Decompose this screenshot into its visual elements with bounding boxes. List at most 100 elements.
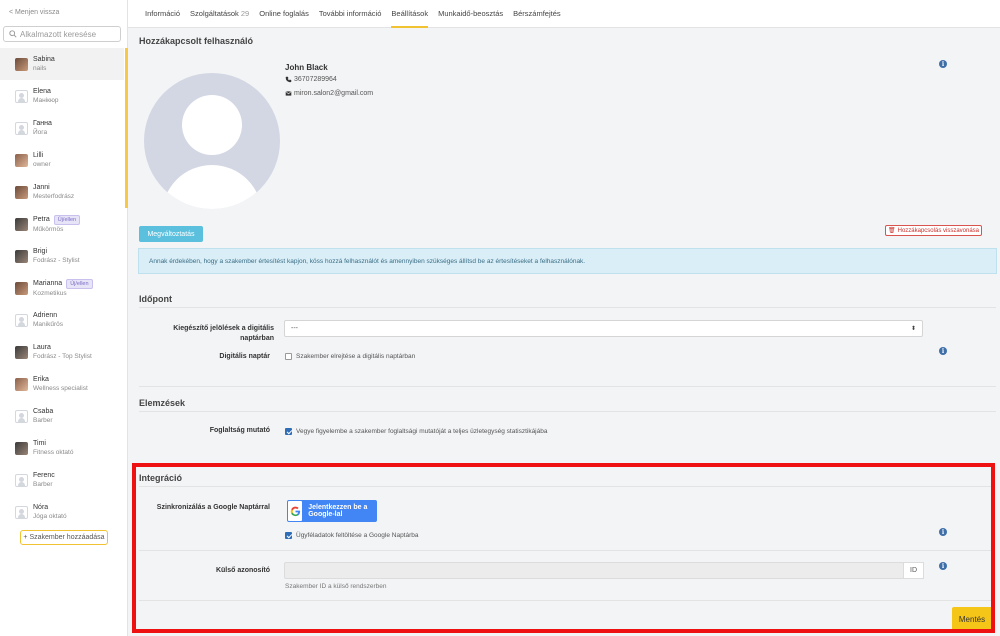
google-signin-button[interactable]: Jelentkezzen be a Google-lal [287, 500, 377, 522]
staff-role: Jóga oktató [33, 513, 67, 520]
scroll-indicator [125, 48, 128, 80]
staff-role: Fodrász - Top Stylist [33, 353, 92, 360]
hide-in-calendar-option[interactable]: Szakember elrejtése a digitális naptárba… [285, 353, 415, 360]
profile-avatar [144, 73, 280, 209]
staff-item[interactable]: Nóra Jóga oktató [0, 496, 124, 528]
staff-role: Манікюр [33, 97, 59, 104]
staff-item[interactable]: Brigi Fodrász - Stylist [0, 240, 124, 272]
linked-user-title: Hozzákapcsolt felhasználó [139, 36, 254, 46]
google-upload-checkbox[interactable] [285, 532, 292, 539]
add-staff-button[interactable]: + Szakember hozzáadása [20, 530, 108, 545]
analytics-title: Elemzések [139, 398, 186, 408]
staff-role: Fitness oktató [33, 449, 74, 456]
avatar [15, 185, 28, 199]
staff-item[interactable]: Lilli owner [0, 144, 128, 176]
staff-item[interactable]: Petra Új/ellen Műkörmös [0, 208, 124, 240]
staff-role: Йога [33, 129, 48, 136]
staff-item[interactable]: Ганна Йога [0, 112, 128, 144]
tab-settings[interactable]: Beállítások [391, 0, 428, 28]
staff-item[interactable]: Laura Fodrász - Top Stylist [0, 336, 124, 368]
avatar [15, 345, 28, 359]
scroll-indicator [125, 176, 128, 208]
hide-in-calendar-checkbox[interactable] [285, 353, 292, 360]
staff-name: Lilli [33, 152, 44, 159]
staff-item[interactable]: Csaba Barber [0, 400, 124, 432]
occupancy-option[interactable]: Vegye figyelembe a szakember foglaltsági… [285, 428, 547, 435]
external-id-input[interactable] [284, 562, 904, 579]
avatar [15, 281, 28, 295]
staff-name: Timi [33, 440, 46, 447]
envelope-icon [285, 91, 292, 96]
integration-title: Integráció [139, 473, 183, 483]
staff-item[interactable]: Elena Манікюр [0, 80, 128, 112]
tab-more-info[interactable]: További információ [319, 0, 382, 28]
avatar [15, 313, 28, 327]
occupancy-checkbox[interactable] [285, 428, 292, 435]
external-id-label: Külső azonosító [215, 567, 270, 574]
scroll-indicator [125, 112, 128, 144]
divider [139, 550, 991, 551]
save-button[interactable]: Mentés [952, 607, 992, 631]
info-alert: Annak érdekében, hogy a szakember értesí… [138, 248, 997, 274]
scroll-indicator [125, 80, 128, 112]
staff-role: Kozmetikus [33, 289, 67, 297]
staff-role: Műkörmös [33, 225, 64, 233]
extra-markers-label: Kiegészítő jelölések a digitális naptárb… [173, 325, 274, 342]
back-link[interactable]: < Menjen vissza [9, 9, 59, 16]
staff-role: Manikűrös [33, 321, 63, 328]
staff-search[interactable] [3, 26, 121, 42]
tab-online-booking[interactable]: Online foglalás [259, 0, 309, 28]
info-icon[interactable]: i [939, 562, 947, 570]
change-button[interactable]: Megváltoztatás [139, 226, 203, 242]
staff-role: Fodrász - Stylist [33, 257, 80, 264]
search-icon [9, 30, 17, 38]
staff-role: nails [33, 65, 47, 72]
external-id-suffix: ID [903, 562, 924, 579]
divider [139, 486, 991, 487]
info-icon[interactable]: i [939, 528, 947, 536]
google-sync-label: Szinkronizálás a Google Naptárral [156, 504, 270, 511]
staff-item[interactable]: Timi Fitness oktató [0, 432, 124, 464]
tab-services[interactable]: Szolgáltatások 29 [190, 0, 249, 28]
avatar [15, 441, 28, 455]
tab-payroll[interactable]: Bérszámfejtés [513, 0, 561, 28]
scroll-indicator [125, 144, 128, 176]
staff-item[interactable]: Ferenc Barber [0, 464, 124, 496]
divider [139, 411, 996, 412]
staff-item[interactable]: Janni Mesterfodrász [0, 176, 128, 208]
google-upload-option[interactable]: Ügyféladatok feltöltése a Google Naptárb… [285, 532, 419, 539]
staff-name: Elena [33, 88, 51, 95]
staff-role: Wellness specialist [33, 385, 88, 392]
staff-name: Janni [33, 184, 50, 191]
info-icon[interactable]: i [939, 347, 947, 355]
occupancy-label: Foglaltság mutató [209, 427, 270, 434]
staff-item[interactable]: Adrienn Manikűrös [0, 304, 124, 336]
status-badge: Új/ellen [66, 278, 93, 289]
avatar [15, 153, 28, 167]
user-email: miron.salon2@gmail.com [285, 90, 373, 97]
staff-item[interactable]: Sabina nails [0, 48, 128, 80]
avatar [15, 217, 28, 231]
staff-name: Adrienn [33, 312, 58, 319]
staff-role: Barber [33, 417, 53, 424]
user-phone: 36707289964 [285, 76, 337, 83]
tab-bar: Információ Szolgáltatások 29 Online fogl… [128, 0, 1000, 28]
divider [139, 307, 996, 308]
staff-name: Nóra [33, 504, 49, 511]
digital-calendar-label: Digitális naptár [219, 353, 270, 360]
info-icon[interactable]: i [939, 60, 947, 68]
staff-role: Mesterfodrász [33, 193, 75, 200]
extra-markers-select[interactable]: --- ⬍ [284, 320, 923, 337]
unlink-button[interactable]: 🗑 Hozzákapcsolás visszavonása [885, 225, 982, 236]
tab-count: 29 [240, 9, 250, 18]
staff-name: Brigi [33, 248, 48, 255]
tab-schedule[interactable]: Munkaidő-beosztás [438, 0, 503, 28]
avatar [15, 57, 28, 71]
tab-info[interactable]: Információ [145, 0, 180, 28]
staff-item[interactable]: Marianna Új/ellen Kozmetikus [0, 272, 124, 304]
divider [139, 386, 996, 387]
staff-item[interactable]: Erika Wellness specialist [0, 368, 124, 400]
staff-role: owner [33, 161, 51, 168]
staff-search-input[interactable] [20, 29, 116, 39]
staff-name: Erika [33, 376, 49, 383]
